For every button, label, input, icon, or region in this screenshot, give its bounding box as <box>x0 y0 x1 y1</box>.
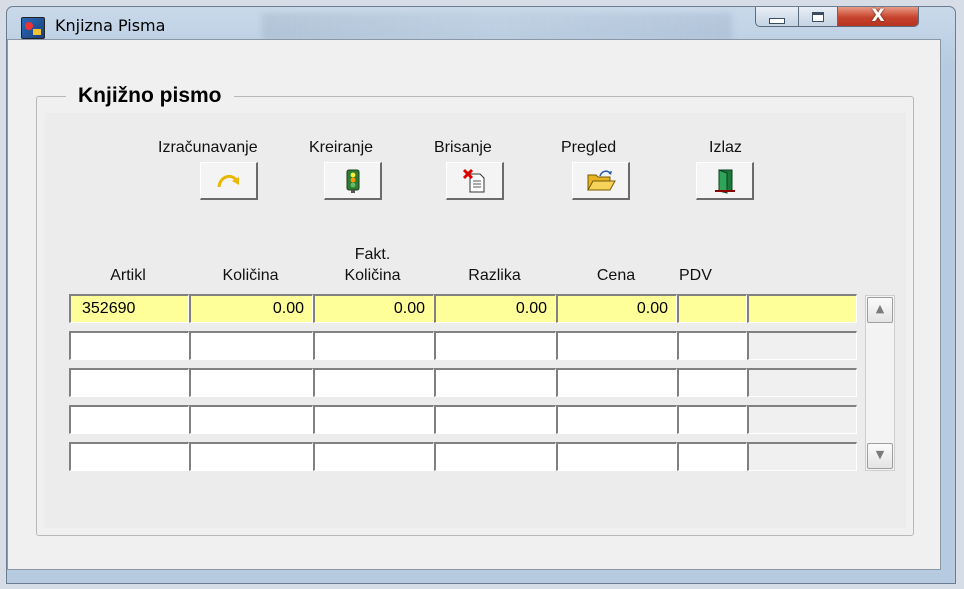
column-header-fakt-line1: Fakt. <box>354 246 391 263</box>
cell-extra[interactable] <box>747 442 857 471</box>
calculate-button[interactable] <box>200 162 258 200</box>
cell-extra[interactable] <box>747 405 857 434</box>
cell-artikl[interactable] <box>69 331 189 360</box>
exit-label: Izlaz <box>709 139 742 156</box>
cell-artikl[interactable] <box>69 442 189 471</box>
cell-pdv[interactable] <box>677 368 747 397</box>
cell-fakt-kolicina[interactable] <box>313 331 434 360</box>
scroll-up-button[interactable]: ▲ <box>867 297 893 323</box>
cell-artikl[interactable] <box>69 405 189 434</box>
open-folder-icon <box>586 169 616 190</box>
cell-extra[interactable] <box>747 368 857 397</box>
refresh-arrow-icon <box>217 174 239 187</box>
close-icon: X <box>871 6 885 26</box>
cell-kolicina[interactable] <box>189 331 313 360</box>
column-header-cena: Cena <box>596 267 636 284</box>
grid-scrollbar[interactable]: ▲ ▼ <box>865 295 895 471</box>
cell-extra[interactable] <box>747 331 857 360</box>
calculate-label: Izračunavanje <box>158 139 258 156</box>
cell-fakt-kolicina[interactable] <box>313 368 434 397</box>
cell-pdv[interactable] <box>677 331 747 360</box>
maximize-button[interactable] <box>798 7 838 27</box>
delete-label: Brisanje <box>434 139 492 156</box>
preview-label: Pregled <box>561 139 617 156</box>
preview-button[interactable] <box>572 162 630 200</box>
group-title: Knjižno pismo <box>66 84 234 108</box>
cell-kolicina[interactable]: 0.00 <box>189 294 313 323</box>
column-header-artikl: Artikl <box>110 267 146 284</box>
client-area: Knjižno pismo Izračunavanje Kreiranje Br… <box>7 39 941 570</box>
column-header-pdv: PDV <box>679 267 712 284</box>
app-icon[interactable] <box>21 17 45 39</box>
cell-cena[interactable]: 0.00 <box>556 294 677 323</box>
cell-fakt-kolicina[interactable]: 0.00 <box>313 294 434 323</box>
cell-extra[interactable] <box>747 294 857 323</box>
cell-kolicina[interactable] <box>189 405 313 434</box>
delete-button[interactable] <box>446 162 504 200</box>
cell-cena[interactable] <box>556 405 677 434</box>
delete-document-icon <box>462 168 484 192</box>
exit-button[interactable] <box>696 162 754 200</box>
cell-fakt-kolicina[interactable] <box>313 442 434 471</box>
cell-pdv[interactable] <box>677 442 747 471</box>
cell-artikl[interactable] <box>69 368 189 397</box>
maximize-icon <box>812 11 824 22</box>
blurred-background <box>262 13 732 41</box>
cell-cena[interactable] <box>556 331 677 360</box>
column-header-kolicina: Količina <box>222 267 279 284</box>
create-button[interactable] <box>324 162 382 200</box>
traffic-light-icon <box>346 169 359 193</box>
minimize-icon <box>769 17 785 24</box>
cell-razlika[interactable] <box>434 442 556 471</box>
column-header-razlika: Razlika <box>468 267 521 284</box>
window-title: Knjizna Pisma <box>55 16 166 35</box>
door-exit-icon <box>714 168 735 194</box>
cell-pdv[interactable] <box>677 405 747 434</box>
cell-pdv[interactable] <box>677 294 747 323</box>
close-button[interactable]: X <box>837 6 919 27</box>
cell-razlika[interactable]: 0.00 <box>434 294 556 323</box>
cell-fakt-kolicina[interactable] <box>313 405 434 434</box>
scroll-down-button[interactable]: ▼ <box>867 443 893 469</box>
cell-kolicina[interactable] <box>189 442 313 471</box>
create-label: Kreiranje <box>309 139 374 156</box>
cell-razlika[interactable] <box>434 331 556 360</box>
cell-cena[interactable] <box>556 368 677 397</box>
cell-razlika[interactable] <box>434 405 556 434</box>
cell-kolicina[interactable] <box>189 368 313 397</box>
minimize-button[interactable] <box>755 7 799 27</box>
cell-razlika[interactable] <box>434 368 556 397</box>
cell-cena[interactable] <box>556 442 677 471</box>
column-header-fakt-kolicina: Količina <box>344 267 401 284</box>
cell-artikl[interactable]: 352690 <box>69 294 189 323</box>
